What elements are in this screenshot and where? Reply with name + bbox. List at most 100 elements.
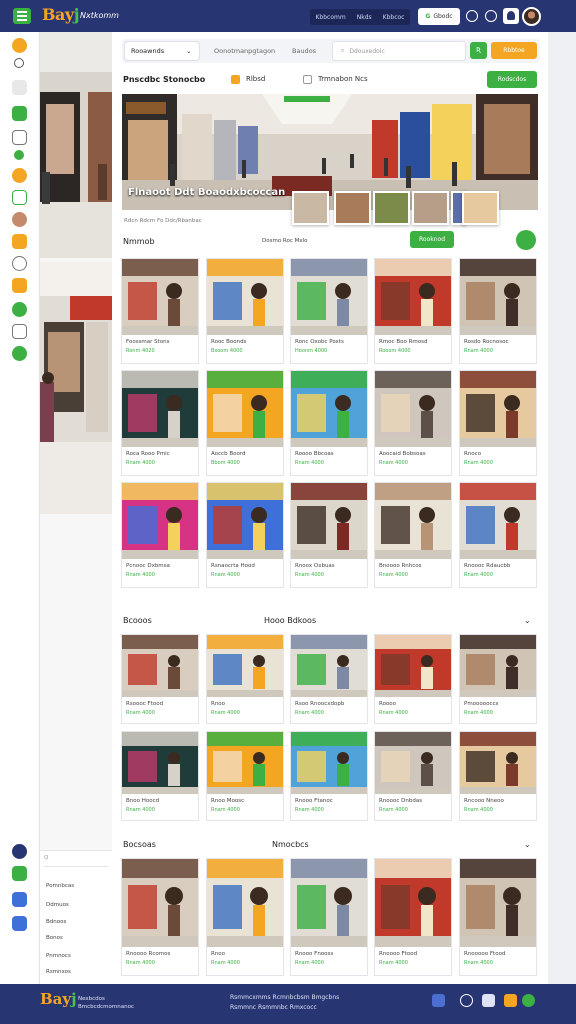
logo-subtitle: Nxtkomm (80, 11, 119, 20)
coupon-icon[interactable] (12, 234, 27, 249)
chevron-down-icon[interactable]: ⌄ (524, 840, 531, 849)
checkbox[interactable] (303, 75, 312, 84)
profile-icon[interactable] (12, 212, 27, 227)
footer-subtitle: Bmcbcdcmomnanoc (78, 1004, 134, 1010)
hero-thumbnail[interactable] (334, 191, 371, 225)
top-nav-item[interactable]: Kbbcoc (383, 14, 405, 21)
product-card[interactable]: Rncooo Nneoo Rnam 4000 (460, 732, 536, 820)
filter-apply-button[interactable]: Rodscdos (487, 71, 537, 88)
product-card[interactable]: Aoccb Boord Bbom 4000 (207, 371, 283, 475)
top-nav-item[interactable]: Kbbcomm (316, 14, 346, 21)
product-price: Rnam 4000 (126, 572, 155, 578)
layers-icon[interactable] (12, 916, 27, 931)
product-image (291, 483, 367, 559)
hero-thumbnail[interactable] (412, 191, 449, 225)
product-card[interactable]: Rnoooo Rcomos Rnam 4000 (122, 859, 198, 975)
chat-icon[interactable] (522, 994, 535, 1007)
product-card[interactable]: Rnooooo Ftood Rnam 4000 (460, 859, 536, 975)
offer-icon[interactable] (12, 168, 27, 183)
home-icon[interactable] (12, 38, 27, 53)
gift-icon[interactable] (504, 994, 517, 1007)
user-avatar[interactable] (522, 7, 541, 26)
product-card[interactable]: Pmoooooccs Rnam 4000 (460, 635, 536, 723)
product-card[interactable]: Rnooo Ftanoc Rnam 4000 (291, 732, 367, 820)
circle-icon[interactable] (14, 58, 24, 68)
product-card[interactable]: Rooc Boonds Bxoom 4000 (207, 259, 283, 363)
hero-thumbnail[interactable] (373, 191, 410, 225)
refresh-icon[interactable] (516, 230, 536, 250)
product-card[interactable]: Rnooo Fnooss Rnam 4000 (291, 859, 367, 975)
footer-links[interactable]: Rsmmcxmms Rcmnbcbsm Bmgcbns (230, 994, 339, 1001)
filter-button[interactable]: Ʀ (470, 42, 487, 59)
top-nav-item[interactable]: Nkds (357, 14, 372, 21)
product-card[interactable]: Foossmar Stons Ronm 4020 (122, 259, 198, 363)
product-card[interactable]: Rnoooc Rdaucbb Rnam 4000 (460, 483, 536, 587)
product-card[interactable]: Rnoo Rnam 4000 (207, 635, 283, 723)
app-logo[interactable]: Bayj (42, 5, 80, 24)
product-card[interactable]: Rnoox Oxbuas Rnam 4000 (291, 483, 367, 587)
product-card[interactable]: Rosdo Rocnosoc Rnam 4000 (460, 259, 536, 363)
support-icon[interactable] (12, 346, 27, 361)
bag-icon[interactable] (12, 190, 27, 205)
users-icon[interactable] (12, 302, 27, 317)
calendar-icon[interactable] (12, 130, 27, 145)
globe-icon[interactable] (460, 994, 473, 1007)
footer-links[interactable]: Rsmmnc Rsmmnbc Rmxcocc (230, 1004, 317, 1011)
product-card[interactable]: Aoocaid Bobsoas Rnam 4000 (375, 371, 451, 475)
product-card[interactable]: Rsoo Rnoocxdopb Rnam 4000 (291, 635, 367, 723)
section-title: Nmmob (123, 237, 155, 246)
settings-icon[interactable] (485, 10, 497, 22)
product-card[interactable]: Roca Rooo Pmic Rnam 4000 (122, 371, 198, 475)
product-card[interactable]: Rnoo Rnam 4000 (207, 859, 283, 975)
gear-icon[interactable] (12, 256, 27, 271)
product-card[interactable]: Rnoooo Ftood Rnam 4000 (375, 859, 451, 975)
product-card[interactable]: Rsoooc Ftood Rnam 4000 (122, 635, 198, 723)
product-card[interactable]: Bnoooo Rnhcos Rnam 4000 (375, 483, 451, 587)
product-card[interactable]: Ronc Oxobc Poxts Hoonm 4000 (291, 259, 367, 363)
cart-icon[interactable] (12, 866, 27, 881)
panel-item[interactable]: Pnmnocs (46, 953, 71, 959)
hamburger-menu-icon[interactable] (13, 8, 31, 24)
tab-active[interactable]: Rooawnds ⌄ (125, 42, 199, 60)
chat-icon[interactable] (12, 324, 27, 339)
panel-search-icon[interactable]: Q (44, 855, 108, 867)
product-card[interactable]: Pcnooc Dxbmsa Rnam 4000 (122, 483, 198, 587)
panel-item[interactable]: Bonos (46, 935, 63, 941)
section-action-button[interactable]: Rooknod (410, 231, 454, 248)
panel-item[interactable]: Bdnoos (46, 919, 66, 925)
window-icon[interactable] (12, 892, 27, 907)
product-card[interactable]: Rmoc Boo Rmosd Rooom 4000 (375, 259, 451, 363)
product-image (460, 859, 536, 947)
product-card[interactable]: Roooo Bbcoas Rnam 4000 (291, 371, 367, 475)
gift-icon[interactable] (12, 278, 27, 293)
panel-item[interactable]: Rsmnxos (46, 969, 71, 975)
product-card[interactable]: Rnoooc Dnbdas Rnam 4000 (375, 732, 451, 820)
help-icon[interactable] (466, 10, 478, 22)
primary-action-button[interactable]: Rbbtoe (491, 42, 537, 59)
checkbox-checked[interactable] (231, 75, 240, 84)
search-input[interactable]: ⌕ Ddouxedoic (332, 41, 466, 61)
footer-logo[interactable]: Bayj (40, 990, 77, 1008)
hero-thumbnail[interactable] (462, 191, 499, 225)
product-card[interactable]: Roooo Rnam 4000 (375, 635, 451, 723)
product-card[interactable]: Bnoo Hoocd Rnam 4000 (122, 732, 198, 820)
app-store-icon[interactable] (432, 994, 445, 1007)
hero-thumbnail[interactable] (292, 191, 329, 225)
grid-icon[interactable] (12, 80, 27, 95)
product-price: Rnam 4000 (295, 960, 324, 966)
account-icon[interactable] (12, 844, 27, 859)
share-icon[interactable] (482, 994, 495, 1007)
product-card[interactable]: Rnoo Moosc Rnam 4000 (207, 732, 283, 820)
panel-item[interactable]: Ddmuos (46, 902, 69, 908)
tag-icon[interactable] (14, 150, 24, 160)
store-icon[interactable] (12, 106, 27, 121)
panel-item[interactable]: Pomnbcas (46, 883, 74, 889)
product-price: Rnam 4000 (379, 572, 408, 578)
account-pill-button[interactable]: G Gbodc (418, 8, 460, 25)
product-card[interactable]: Rsnaocrta Hood Rnam 4000 (207, 483, 283, 587)
tab[interactable]: Baudos (292, 42, 332, 60)
tab[interactable]: Oonotmanpgtagon (214, 42, 294, 60)
notification-icon[interactable] (503, 8, 519, 24)
product-card[interactable]: Rnoco Rnam 4000 (460, 371, 536, 475)
chevron-down-icon[interactable]: ⌄ (524, 616, 531, 625)
